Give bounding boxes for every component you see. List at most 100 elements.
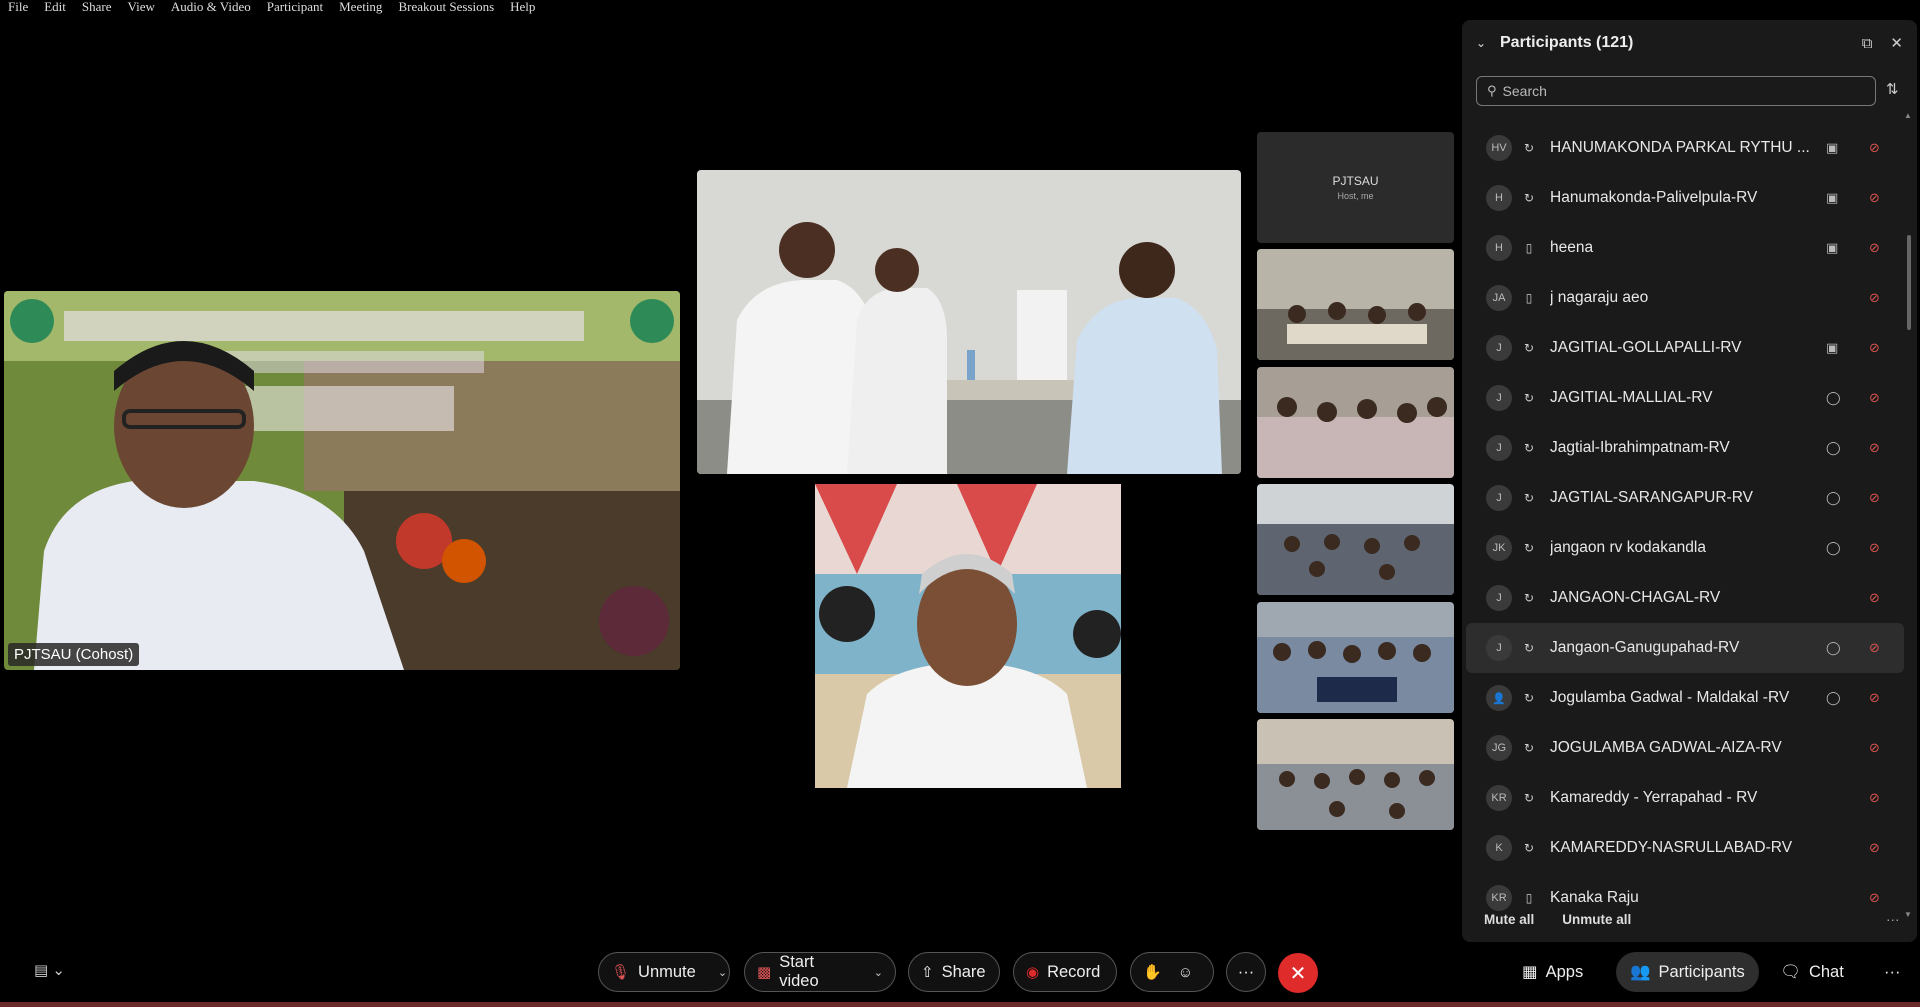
scroll-thumb[interactable] — [1907, 235, 1911, 330]
menu-meeting[interactable]: Meeting — [331, 0, 390, 16]
host-self-tile[interactable]: PJTSAU Host, me — [1257, 132, 1454, 243]
mic-off-icon[interactable]: ⊘ — [1869, 440, 1880, 456]
raise-hand-icon[interactable]: ✋ — [1143, 963, 1162, 981]
mic-off-icon[interactable]: ⊘ — [1869, 140, 1880, 156]
more-options-button[interactable]: ··· — [1226, 952, 1266, 992]
menu-audio-video[interactable]: Audio & Video — [163, 0, 259, 16]
thumbnail-video-4[interactable] — [1257, 602, 1454, 713]
captions-icon[interactable]: ▤ ⌄ — [34, 961, 65, 979]
menu-share[interactable]: Share — [74, 0, 120, 16]
mic-off-icon[interactable]: ⊘ — [1869, 690, 1880, 706]
collapse-chevron-icon[interactable]: ⌄ — [1476, 36, 1490, 50]
start-video-button[interactable]: ▩ Start video ⌄ — [744, 952, 896, 992]
avatar: JK — [1486, 535, 1512, 561]
participant-row[interactable]: KR ↻ Kamareddy - Yerrapahad - RV ⊘ — [1466, 773, 1904, 823]
room-video[interactable] — [697, 170, 1241, 474]
avatar: J — [1486, 385, 1512, 411]
menu-breakout-sessions[interactable]: Breakout Sessions — [390, 0, 502, 16]
avatar: JA — [1486, 285, 1512, 311]
menu-help[interactable]: Help — [502, 0, 543, 16]
leave-meeting-button[interactable]: ✕ — [1278, 953, 1318, 993]
participant-row[interactable]: J ↻ Jangaon-Ganugupahad-RV ◯ ⊘ — [1466, 623, 1904, 673]
sync-icon: ↻ — [1523, 791, 1535, 805]
participant-name: Jagtial-Ibrahimpatnam-RV — [1550, 439, 1730, 456]
participant-video[interactable] — [697, 484, 1241, 788]
speaker-name-tag: PJTSAU (Cohost) — [8, 643, 140, 666]
participant-row[interactable]: J ↻ JANGAON-CHAGAL-RV ⊘ — [1466, 573, 1904, 623]
mic-off-icon[interactable]: ⊘ — [1869, 640, 1880, 656]
participant-row[interactable]: H ▯ heena ▣ ⊘ — [1466, 223, 1904, 273]
share-button[interactable]: ⇧ Share — [908, 952, 1000, 992]
mic-off-icon[interactable]: ⊘ — [1869, 540, 1880, 556]
avatar: HV — [1486, 135, 1512, 161]
mic-off-icon[interactable]: ⊘ — [1869, 490, 1880, 506]
participant-row[interactable]: JK ↻ jangaon rv kodakandla ◯ ⊘ — [1466, 523, 1904, 573]
camera-icon: ▣ — [1826, 140, 1839, 155]
close-icon[interactable]: ✕ — [1890, 34, 1903, 52]
scroll-up-icon[interactable]: ▲ — [1904, 111, 1912, 120]
participant-name: Jangaon-Ganugupahad-RV — [1550, 639, 1740, 656]
participant-row[interactable]: K ↻ KAMAREDDY-NASRULLABAD-RV ⊘ — [1466, 823, 1904, 873]
apps-button[interactable]: ▦ Apps — [1508, 952, 1597, 992]
search-input[interactable] — [1502, 83, 1863, 99]
menu-participant[interactable]: Participant — [259, 0, 331, 16]
main-speaker-video[interactable]: PJTSAU (Cohost) — [4, 291, 680, 670]
participant-row[interactable]: JG ↻ JOGULAMBA GADWAL-AIZA-RV ⊘ — [1466, 723, 1904, 773]
participant-row[interactable]: J ↻ JAGITIAL-MALLIAL-RV ◯ ⊘ — [1466, 373, 1904, 423]
participant-row[interactable]: J ↻ JAGTIAL-SARANGAPUR-RV ◯ ⊘ — [1466, 473, 1904, 523]
panel-title: Participants (121) — [1500, 34, 1634, 51]
sync-icon: ↻ — [1523, 191, 1535, 205]
thumbnail-video-1[interactable] — [1257, 249, 1454, 360]
unmute-all-button[interactable]: Unmute all — [1562, 912, 1631, 927]
sync-icon: ↻ — [1523, 591, 1535, 605]
participant-row[interactable]: 👤 ↻ Jogulamba Gadwal - Maldakal -RV ◯ ⊘ — [1466, 673, 1904, 723]
record-button[interactable]: ◉ Record — [1013, 952, 1117, 992]
menu-edit[interactable]: Edit — [36, 0, 74, 16]
mute-all-button[interactable]: Mute all — [1484, 912, 1534, 927]
menu-file[interactable]: File — [0, 0, 36, 16]
chat-button[interactable]: 🗨 Chat — [1766, 952, 1858, 992]
unmute-button[interactable]: 🎙 Unmute ⌄ — [598, 952, 730, 992]
participant-row[interactable]: J ↻ Jagtial-Ibrahimpatnam-RV ◯ ⊘ — [1466, 423, 1904, 473]
panel-scrollbar[interactable]: ▲ ▼ — [1904, 111, 1912, 919]
sync-icon: ↻ — [1523, 641, 1535, 655]
sync-icon: ↻ — [1523, 341, 1535, 355]
chevron-down-icon[interactable]: ⌄ — [710, 966, 727, 979]
avatar: J — [1486, 335, 1512, 361]
thumbnail-video-3[interactable] — [1257, 484, 1454, 595]
mic-off-icon[interactable]: ⊘ — [1869, 790, 1880, 806]
overflow-button[interactable]: ··· — [1870, 952, 1914, 992]
mic-off-icon[interactable]: ⊘ — [1869, 240, 1880, 256]
participant-name: JAGITIAL-GOLLAPALLI-RV — [1550, 339, 1742, 356]
participant-row[interactable]: HV ↻ HANUMAKONDA PARKAL RYTHU ... ▣ ⊘ — [1466, 123, 1904, 173]
participant-name: KAMAREDDY-NASRULLABAD-RV — [1550, 839, 1793, 856]
mic-off-icon[interactable]: ⊘ — [1869, 390, 1880, 406]
participant-row[interactable]: H ↻ Hanumakonda-Palivelpula-RV ▣ ⊘ — [1466, 173, 1904, 223]
participant-name: JAGITIAL-MALLIAL-RV — [1550, 389, 1713, 406]
mic-off-icon[interactable]: ⊘ — [1869, 340, 1880, 356]
mic-off-icon[interactable]: ⊘ — [1869, 590, 1880, 606]
participant-name: HANUMAKONDA PARKAL RYTHU ... — [1550, 139, 1810, 156]
mic-off-icon[interactable]: ⊘ — [1869, 290, 1880, 306]
reactions-icon[interactable]: ☺ — [1178, 964, 1193, 981]
participant-row[interactable]: J ↻ JAGITIAL-GOLLAPALLI-RV ▣ ⊘ — [1466, 323, 1904, 373]
sort-icon[interactable]: ⇅ — [1886, 80, 1899, 98]
panel-header: ⌄ Participants (121) ⧉ ✕ — [1462, 20, 1917, 66]
panel-more-button[interactable]: ··· — [1886, 912, 1900, 927]
thumbnail-video-5[interactable] — [1257, 719, 1454, 830]
participants-button[interactable]: 👥 Participants — [1616, 952, 1759, 992]
mic-off-icon[interactable]: ⊘ — [1869, 190, 1880, 206]
chat-bubble-icon: ◯ — [1826, 690, 1841, 705]
menu-view[interactable]: View — [120, 0, 163, 16]
avatar: H — [1486, 235, 1512, 261]
popout-icon[interactable]: ⧉ — [1862, 35, 1873, 52]
mic-off-icon[interactable]: ⊘ — [1869, 840, 1880, 856]
close-icon: ✕ — [1289, 962, 1307, 985]
phone-icon: ▯ — [1525, 291, 1533, 305]
room-video-frame — [697, 170, 1241, 474]
mic-off-icon[interactable]: ⊘ — [1869, 740, 1880, 756]
participant-row[interactable]: JA ▯ j nagaraju aeo ⊘ — [1466, 273, 1904, 323]
avatar: JG — [1486, 735, 1512, 761]
thumbnail-video-2[interactable] — [1257, 367, 1454, 478]
chevron-down-icon[interactable]: ⌄ — [866, 966, 883, 979]
